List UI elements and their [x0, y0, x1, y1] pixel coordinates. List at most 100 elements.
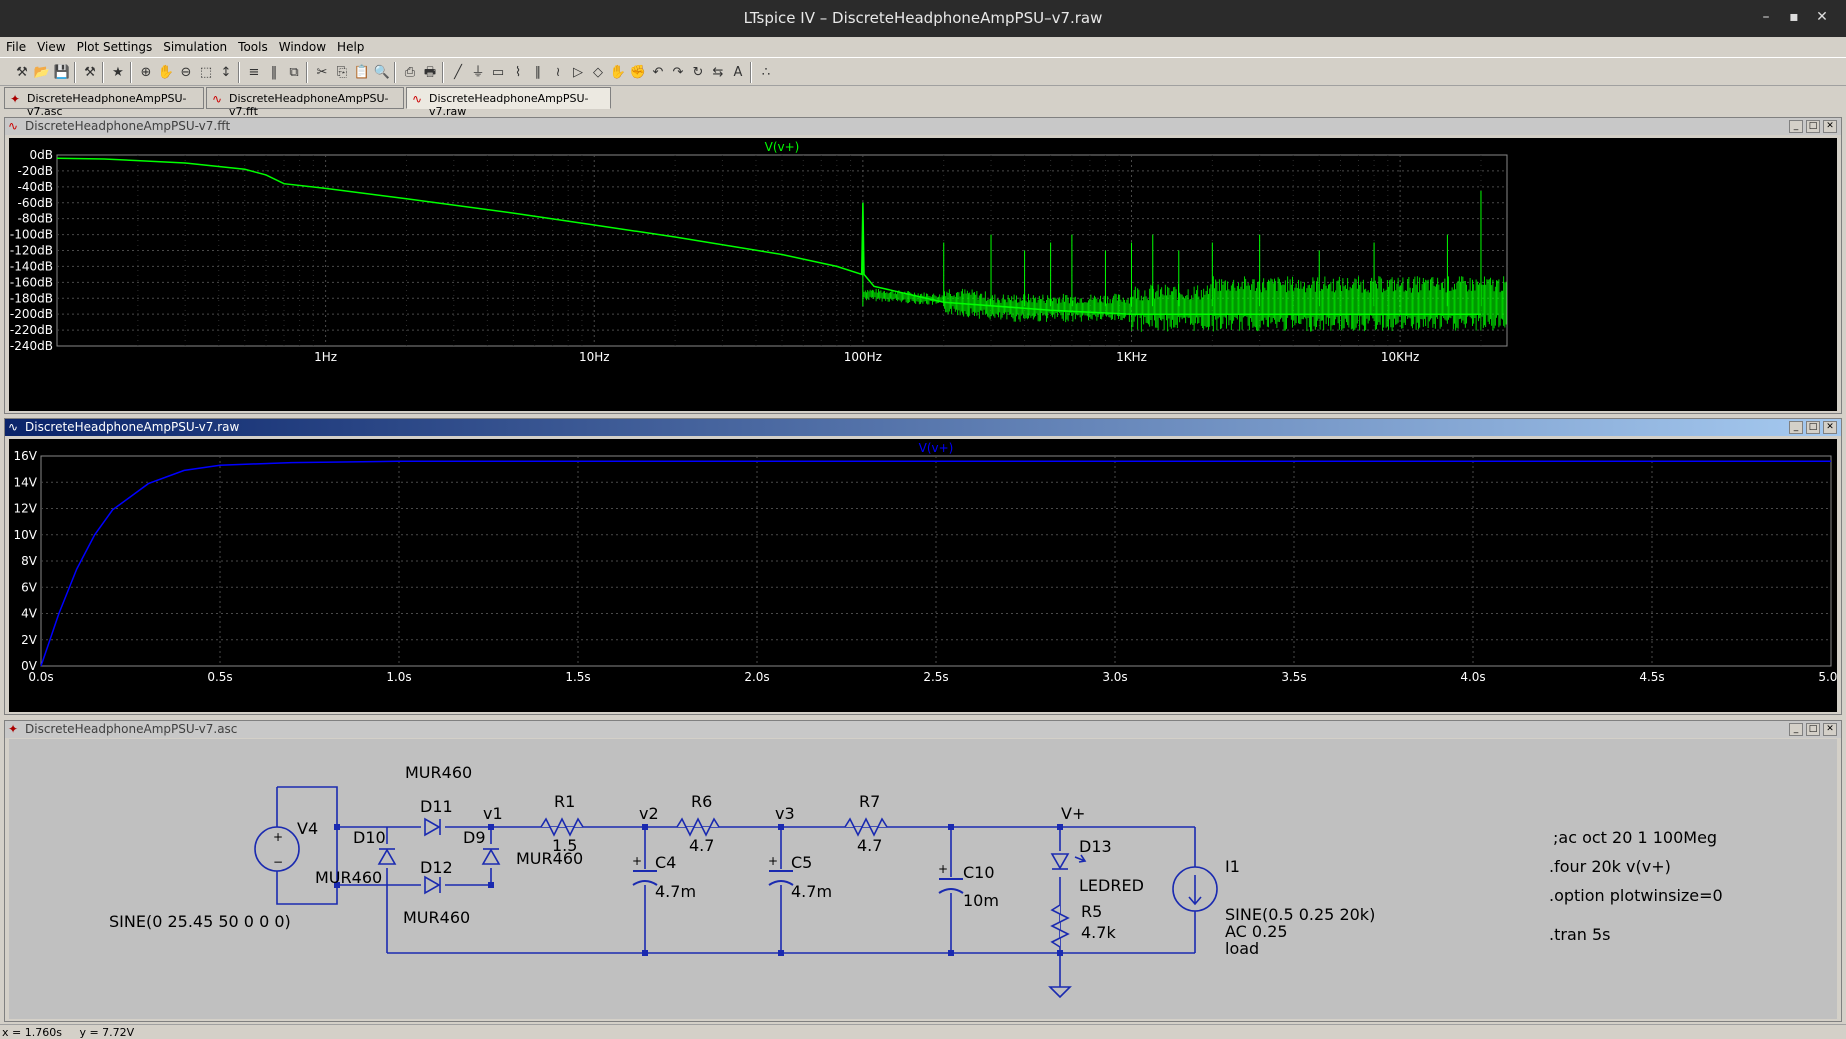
- save-icon[interactable]: 💾: [52, 63, 72, 82]
- pan-icon[interactable]: ✋: [156, 63, 176, 82]
- x-tick-label: 10KHz: [1381, 350, 1419, 364]
- print-icon[interactable]: 🖶: [420, 63, 440, 82]
- ground-icon[interactable]: ⏚: [468, 63, 488, 82]
- schematic-window: ✦ DiscreteHeadphoneAmpPSU-v7.asc _ □ ✕ +…: [4, 720, 1842, 1022]
- minimize-icon[interactable]: _: [1789, 723, 1803, 736]
- label-r5: R5: [1081, 902, 1102, 921]
- control-panel-icon[interactable]: ⚒: [80, 63, 100, 82]
- zoom-in-icon[interactable]: ⊕: [136, 63, 156, 82]
- tile-vertical-icon[interactable]: ‖: [264, 63, 284, 82]
- trace-label: V(v+): [919, 441, 954, 455]
- cursor-y-readout: y = 7.72V: [79, 1026, 135, 1039]
- print-setup-icon[interactable]: ⎙: [400, 63, 420, 82]
- spice-directive-icon[interactable]: ∴: [756, 63, 776, 82]
- menu-file[interactable]: File: [0, 37, 31, 54]
- resistor-icon[interactable]: ⌇: [508, 63, 528, 82]
- cursor-x-readout: x = 1.760s: [2, 1026, 62, 1039]
- label-r6-value: 4.7: [689, 836, 714, 855]
- menu-tools[interactable]: Tools: [232, 37, 273, 54]
- run-icon[interactable]: ★: [108, 63, 128, 82]
- mirror-icon[interactable]: ⇆: [708, 63, 728, 82]
- copy-icon[interactable]: ⎘: [332, 63, 352, 82]
- resistor-r5[interactable]: [1050, 904, 1070, 948]
- menu-window[interactable]: Window: [273, 37, 331, 54]
- spice-directive[interactable]: .option plotwinsize=0: [1549, 886, 1723, 905]
- text-icon[interactable]: A: [728, 63, 748, 82]
- spice-directive[interactable]: ;ac oct 20 1 100Meg: [1553, 828, 1717, 847]
- maximize-icon[interactable]: □: [1806, 723, 1820, 736]
- menu-simulation[interactable]: Simulation: [157, 37, 232, 54]
- maximize-icon[interactable]: □: [1806, 120, 1820, 133]
- close-icon[interactable]: ✕: [1823, 421, 1837, 434]
- toolbar-separator: [130, 62, 132, 83]
- toolbar-separator: [750, 62, 752, 83]
- tab-label: DiscreteHeadphoneAmpPSU-v7.raw: [429, 92, 589, 118]
- tab-raw[interactable]: ∿ DiscreteHeadphoneAmpPSU-v7.raw: [406, 87, 611, 118]
- x-tick-label: 100Hz: [844, 350, 882, 364]
- capacitor-icon[interactable]: ∥: [528, 63, 548, 82]
- minimize-icon[interactable]: _: [1789, 421, 1803, 434]
- close-icon[interactable]: ✕: [1823, 723, 1837, 736]
- toolbar: ⚒ 📂 💾 ⚒ ★ ⊕ ✋ ⊖ ⬚ ↕ ≡ ‖ ⧉ ✂ ⎘ 📋 🔍 ⎙ 🖶 ╱ ⏚ ▭ ⌇ ∥ ≀ ▷ ◇ ✋ ✊ ↶ ↷ ↻ ⇆ A ∴: [0, 59, 1846, 86]
- y-tick-label: -60dB: [18, 196, 53, 210]
- label-r1: R1: [554, 792, 575, 811]
- new-schematic-icon[interactable]: ⚒: [12, 63, 32, 82]
- cascade-icon[interactable]: ⧉: [284, 63, 304, 82]
- spice-directive[interactable]: .four 20k v(v+): [1549, 857, 1671, 876]
- spice-directive[interactable]: .tran 5s: [1549, 925, 1610, 944]
- undo-icon[interactable]: ↶: [648, 63, 668, 82]
- resistor-r1[interactable]: [540, 817, 584, 837]
- net-label-v2: v2: [639, 804, 659, 823]
- minimize-icon[interactable]: –: [1756, 9, 1776, 25]
- asc-window-title: DiscreteHeadphoneAmpPSU-v7.asc: [25, 722, 238, 736]
- schematic-icon: ✦: [8, 722, 19, 736]
- toolbar-separator: [394, 62, 396, 83]
- redo-icon[interactable]: ↷: [668, 63, 688, 82]
- open-icon[interactable]: 📂: [32, 63, 52, 82]
- tab-asc[interactable]: ✦ DiscreteHeadphoneAmpPSU-v7.asc: [4, 87, 204, 118]
- label-icon[interactable]: ▭: [488, 63, 508, 82]
- tile-horizontal-icon[interactable]: ≡: [244, 63, 264, 82]
- window-titlebar: LTspice IV – DiscreteHeadphoneAmpPSU–v7.…: [0, 0, 1846, 37]
- tab-fft[interactable]: ∿ DiscreteHeadphoneAmpPSU-v7.fft: [206, 87, 404, 118]
- y-tick-label: -100dB: [10, 228, 53, 242]
- inductor-icon[interactable]: ≀: [548, 63, 568, 82]
- close-icon[interactable]: ✕: [1823, 120, 1837, 133]
- menu-help[interactable]: Help: [331, 37, 369, 54]
- zoom-fit-icon[interactable]: ⬚: [196, 63, 216, 82]
- label-r7: R7: [859, 792, 880, 811]
- polarity-plus: +: [273, 830, 283, 844]
- label-i1: I1: [1225, 857, 1240, 876]
- label-c10-value: 10m: [963, 891, 999, 910]
- diode-icon[interactable]: ▷: [568, 63, 588, 82]
- label-v4-value: SINE(0 25.45 50 0 0 0): [109, 912, 291, 931]
- menu-view[interactable]: View: [31, 37, 70, 54]
- drag-icon[interactable]: ✊: [628, 63, 648, 82]
- y-tick-label: -200dB: [10, 307, 53, 321]
- resistor-r6[interactable]: [676, 817, 720, 837]
- find-icon[interactable]: 🔍: [372, 63, 392, 82]
- label-d13: D13: [1079, 837, 1112, 856]
- label-r5-value: 4.7k: [1081, 923, 1116, 942]
- zoom-out-icon[interactable]: ⊖: [176, 63, 196, 82]
- wire-icon[interactable]: ╱: [448, 63, 468, 82]
- maximize-icon[interactable]: □: [1806, 421, 1820, 434]
- close-icon[interactable]: ✕: [1812, 9, 1832, 25]
- menu-plot-settings[interactable]: Plot Settings: [71, 37, 158, 54]
- maximize-icon[interactable]: ▪: [1784, 9, 1804, 25]
- move-icon[interactable]: ✋: [608, 63, 628, 82]
- transient-plot[interactable]: 0V2V4V6V8V10V12V14V16V0.0s 0.5s 1.0s 1.5s 2.…: [9, 439, 1837, 712]
- status-bar: x = 1.760s y = 7.72V: [0, 1024, 1846, 1039]
- component-icon[interactable]: ◇: [588, 63, 608, 82]
- y-tick-label: -140dB: [10, 259, 53, 273]
- rotate-icon[interactable]: ↻: [688, 63, 708, 82]
- schematic-canvas[interactable]: + + + + − V4 SINE(0 25.45 50 0 0 0) D10 …: [9, 739, 1837, 1019]
- fft-window-titlebar: ∿ DiscreteHeadphoneAmpPSU-v7.fft _ □ ✕: [5, 118, 1841, 135]
- minimize-icon[interactable]: _: [1789, 120, 1803, 133]
- fft-plot[interactable]: 0dB -20dB -40dB -60dB -80dB -100dB -120dB-140d…: [9, 138, 1837, 411]
- paste-icon[interactable]: 📋: [352, 63, 372, 82]
- autorange-icon[interactable]: ↕: [216, 63, 236, 82]
- light-emission-icon: [1074, 854, 1087, 863]
- resistor-r7[interactable]: [844, 817, 888, 837]
- cut-icon[interactable]: ✂: [312, 63, 332, 82]
